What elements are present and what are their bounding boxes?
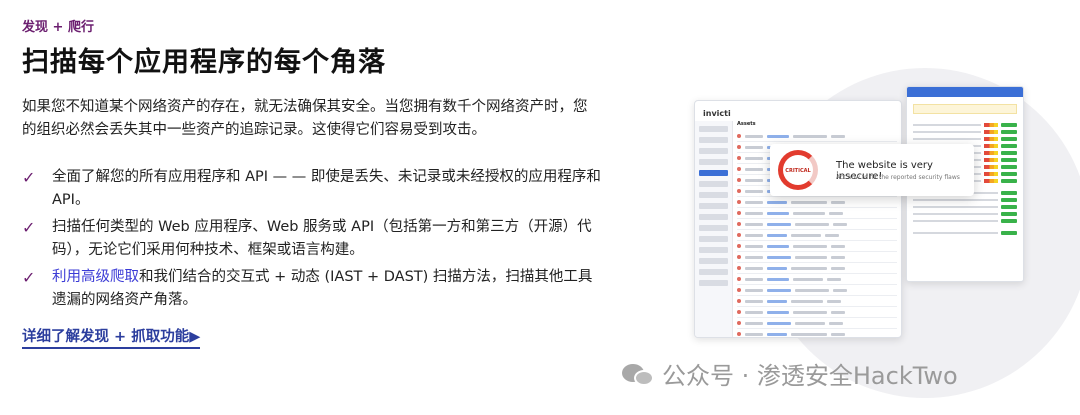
app-sidebar xyxy=(695,121,733,337)
security-alert-card: CRITICAL The website is very insecure! A… xyxy=(770,144,974,196)
list-item-text: 全面了解您的所有应用程序和 API — — 即使是丢失、未记录或未经授权的应用程… xyxy=(52,169,601,208)
list-item: ✓ 扫描任何类型的 Web 应用程序、Web 服务或 API（包括第一方和第三方… xyxy=(22,216,602,262)
check-icon: ✓ xyxy=(22,168,36,187)
intro-paragraph: 如果您不知道某个网络资产的存在，就无法确保其安全。当您拥有数千个网络资产时，您的… xyxy=(22,99,588,138)
app-main-title: Assets xyxy=(737,121,756,127)
advanced-crawl-link[interactable]: 利用高级爬取 xyxy=(52,269,139,285)
learn-more-link[interactable]: 详细了解发现 + 抓取功能▶ xyxy=(22,325,201,349)
list-item: ✓ 全面了解您的所有应用程序和 API — — 即使是丢失、未记录或未经授权的应… xyxy=(22,166,602,212)
eyebrow-label: 发现 + 爬行 xyxy=(22,20,94,35)
alert-subtitle: Act now to fix the reported security fla… xyxy=(836,174,960,181)
list-item-text: 扫描任何类型的 Web 应用程序、Web 服务或 API（包括第一方和第三方（开… xyxy=(52,219,592,258)
page-title: 扫描每个应用程序的每个角落 xyxy=(22,47,386,78)
wechat-icon xyxy=(622,360,656,388)
app-screenshot: invicti Assets xyxy=(694,100,902,338)
watermark-text: 公众号 · 渗透安全HackTwo xyxy=(662,362,958,390)
feature-checklist: ✓ 全面了解您的所有应用程序和 API — — 即使是丢失、未记录或未经授权的应… xyxy=(22,166,602,316)
gauge-label: CRITICAL xyxy=(785,168,811,174)
list-item: ✓ 利用高级爬取和我们结合的交互式 + 动态 (IAST + DAST) 扫描方… xyxy=(22,266,602,312)
list-item-text: 利用高级爬取和我们结合的交互式 + 动态 (IAST + DAST) 扫描方法，… xyxy=(52,266,602,312)
check-icon: ✓ xyxy=(22,268,36,287)
check-icon: ✓ xyxy=(22,218,36,237)
watermark: 公众号 · 渗透安全HackTwo xyxy=(622,356,958,391)
app-logo: invicti xyxy=(703,109,731,118)
